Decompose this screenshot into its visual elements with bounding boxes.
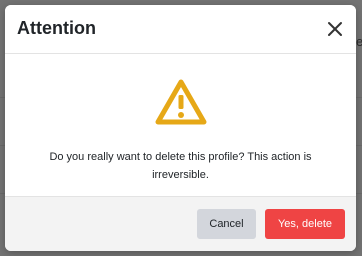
cancel-button[interactable]: Cancel (197, 209, 256, 239)
dialog-footer: Cancel Yes, delete (5, 196, 356, 251)
close-button[interactable] (325, 19, 345, 39)
backdrop-text: e (356, 34, 362, 49)
dialog-title: Attention (17, 18, 96, 38)
confirm-delete-button[interactable]: Yes, delete (265, 209, 345, 239)
dialog-message: Do you really want to delete this profil… (49, 151, 312, 181)
dialog-body: Do you really want to delete this profil… (5, 54, 356, 197)
confirm-delete-dialog: Attention Do you really want to delete t… (5, 5, 356, 251)
warning-triangle-icon (155, 79, 207, 125)
dialog-header: Attention (5, 5, 356, 54)
close-icon (328, 22, 342, 36)
